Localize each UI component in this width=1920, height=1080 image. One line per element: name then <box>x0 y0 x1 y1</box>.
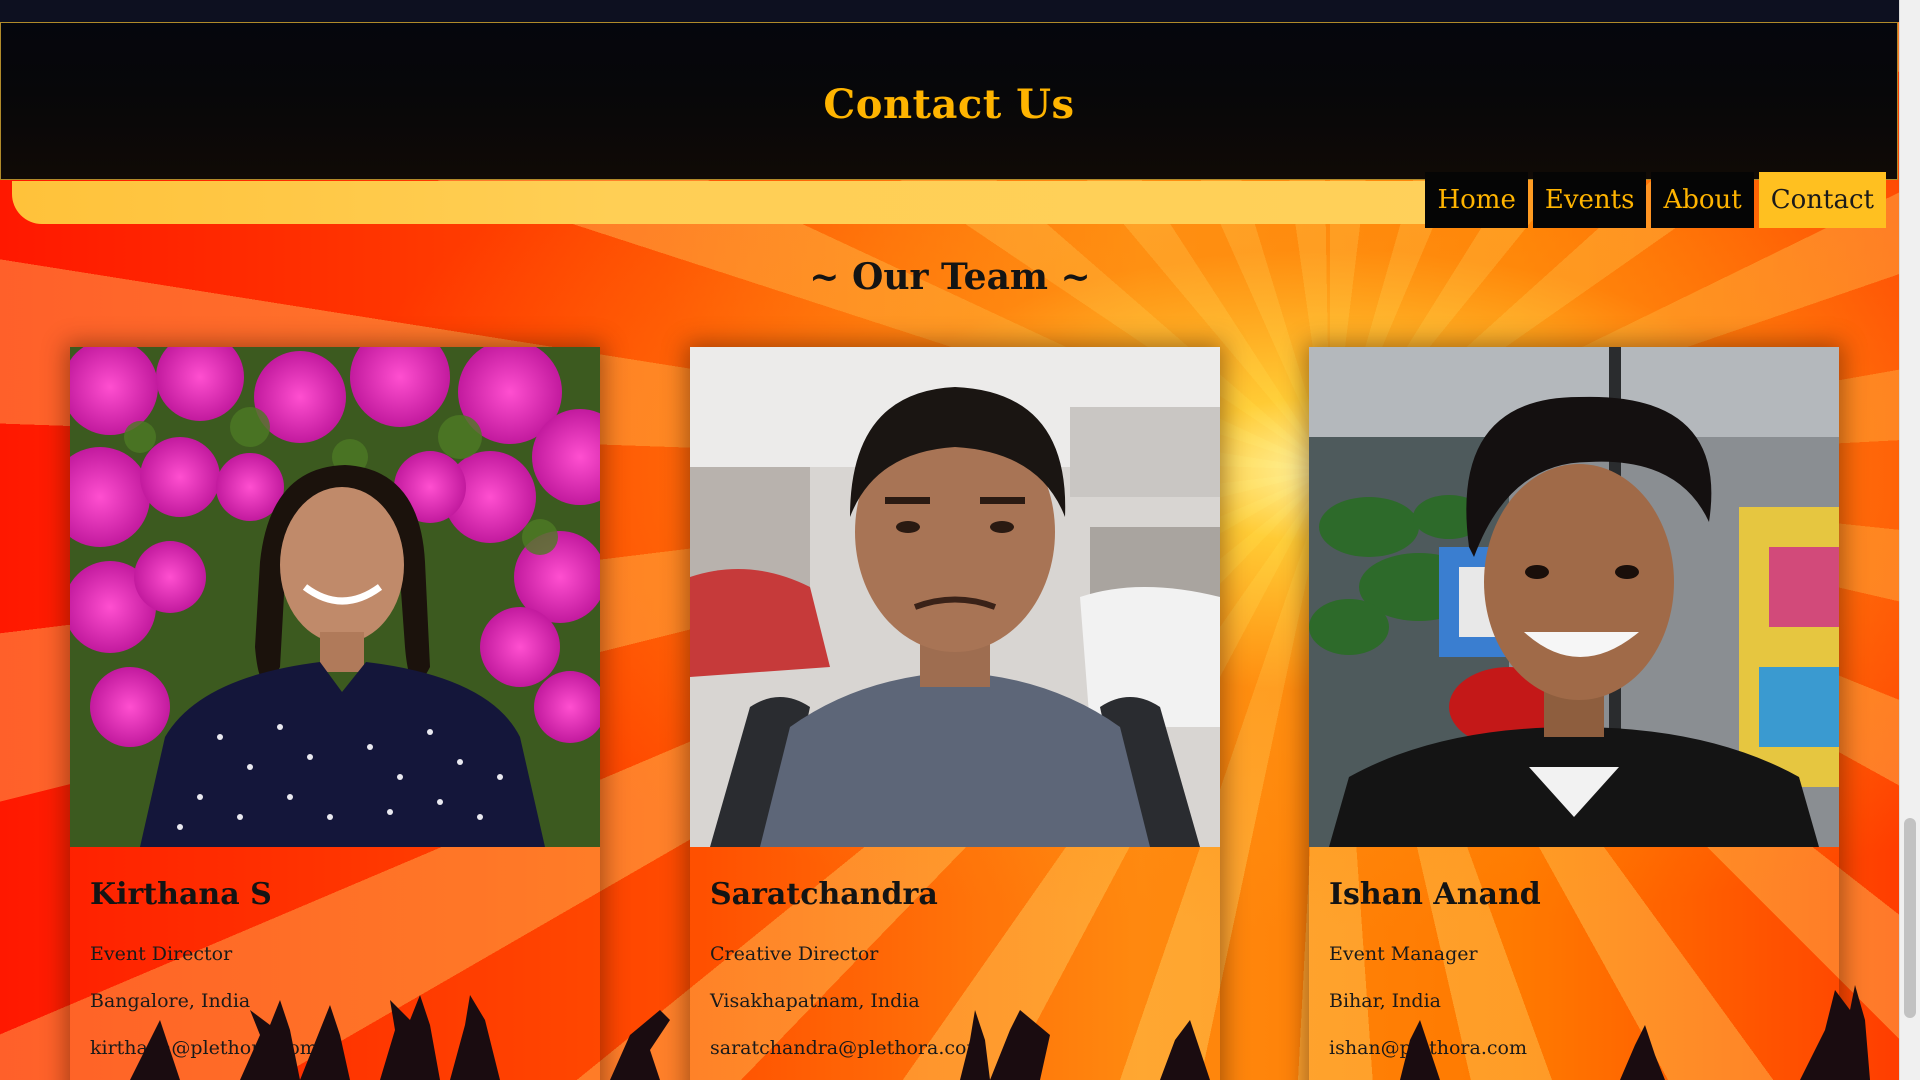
team-member-email[interactable]: saratchandra@plethora.com <box>710 1037 984 1059</box>
nav-events[interactable]: Events <box>1532 172 1647 228</box>
nav-contact[interactable]: Contact <box>1758 172 1886 228</box>
team-member-name: Saratchandra <box>710 877 938 912</box>
nav-about[interactable]: About <box>1651 172 1754 228</box>
team-card: Kirthana S Event Director Bangalore, Ind… <box>70 347 600 1080</box>
page-header: Contact Us <box>0 22 1898 180</box>
page-title: Contact Us <box>823 81 1075 128</box>
scrollbar-thumb[interactable] <box>1904 818 1916 1018</box>
team-member-location: Bangalore, India <box>90 990 251 1012</box>
contact-page: Contact Us Home Events About Contact ~ O… <box>0 0 1920 1080</box>
team-member-role: Event Director <box>90 943 233 965</box>
team-member-photo <box>70 347 600 847</box>
header-underline-bar <box>12 181 1512 224</box>
team-member-email[interactable]: ishan@plethora.com <box>1329 1037 1527 1059</box>
vertical-scrollbar[interactable] <box>1899 0 1920 1080</box>
team-member-email[interactable]: kirthana@plethora.com <box>90 1037 318 1059</box>
team-card: Saratchandra Creative Director Visakhapa… <box>690 347 1220 1080</box>
top-strip <box>0 0 1900 22</box>
team-member-name: Kirthana S <box>90 877 272 912</box>
team-member-location: Visakhapatnam, India <box>710 990 920 1012</box>
main-nav: Home Events About Contact <box>1425 172 1886 228</box>
team-card: Ishan Anand Event Manager Bihar, India i… <box>1309 347 1839 1080</box>
team-member-role: Creative Director <box>710 943 879 965</box>
team-member-photo <box>1309 347 1839 847</box>
team-member-photo <box>690 347 1220 847</box>
nav-home[interactable]: Home <box>1425 172 1528 228</box>
team-member-name: Ishan Anand <box>1329 877 1541 912</box>
team-member-role: Event Manager <box>1329 943 1478 965</box>
team-member-location: Bihar, India <box>1329 990 1441 1012</box>
team-heading: ~ Our Team ~ <box>809 256 1091 298</box>
